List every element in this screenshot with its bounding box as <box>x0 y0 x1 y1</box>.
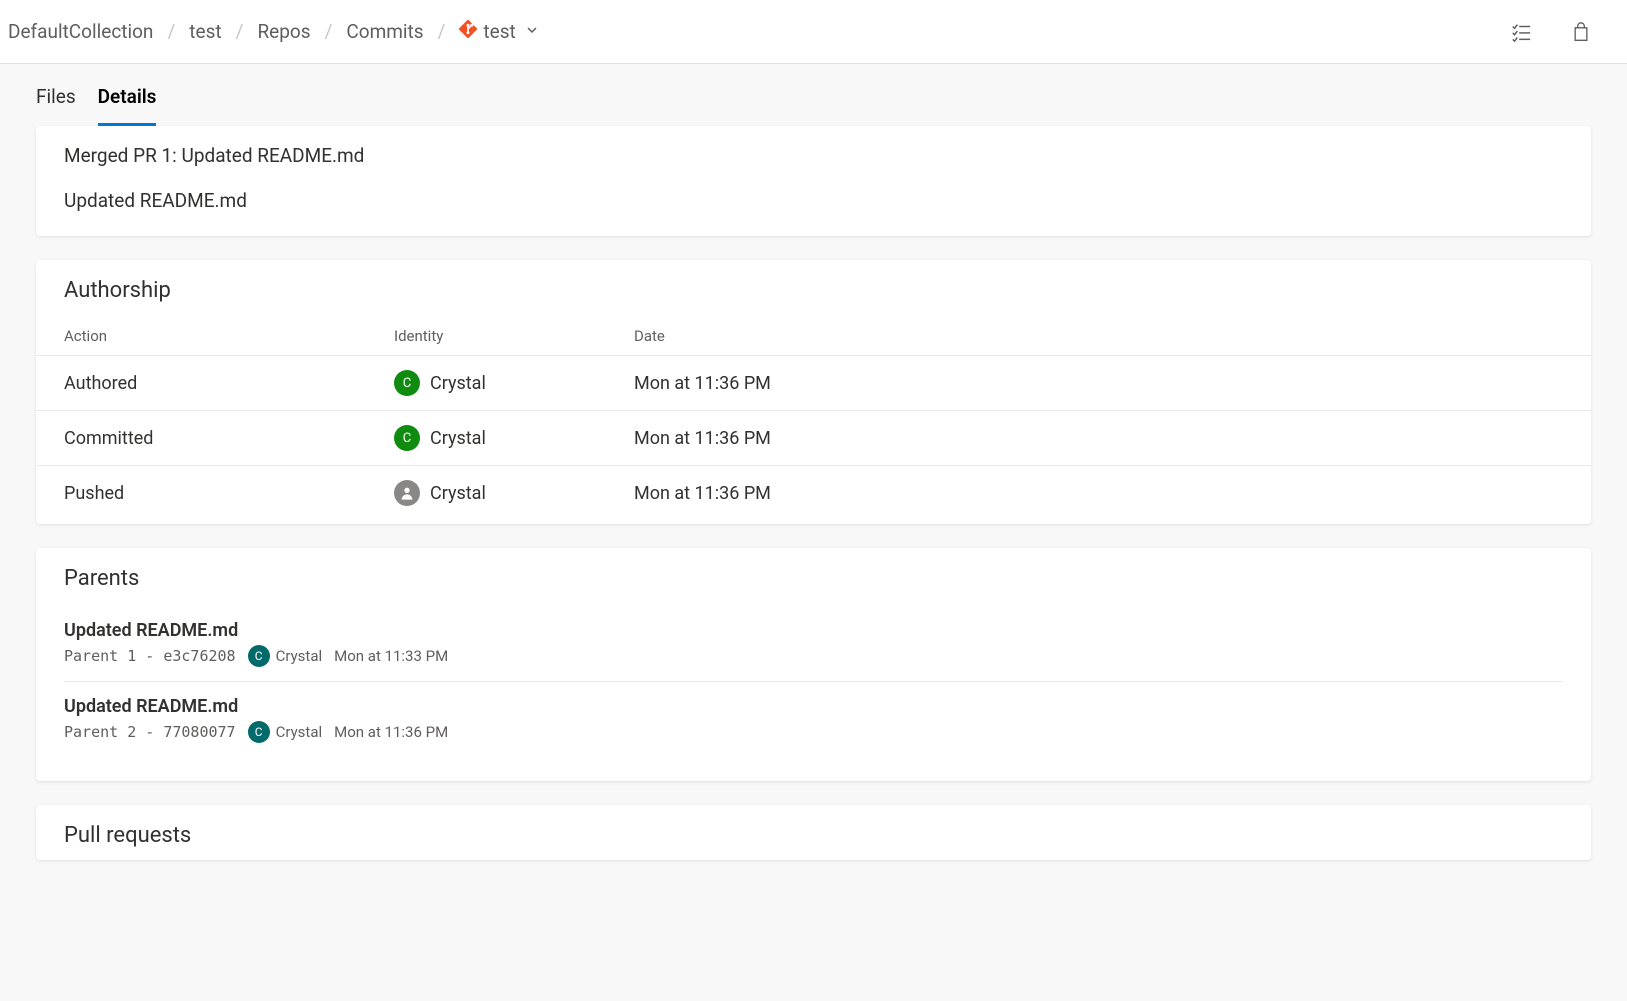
col-header-action: Action <box>64 327 394 345</box>
header-actions <box>1505 16 1619 48</box>
authorship-action: Pushed <box>64 483 394 504</box>
parent-commit-title[interactable]: Updated README.md <box>64 620 1563 641</box>
authorship-action: Authored <box>64 373 394 394</box>
avatar: C <box>394 370 420 396</box>
identity-name: Crystal <box>430 428 486 449</box>
avatar: C <box>248 645 270 667</box>
pull-requests-title: Pull requests <box>64 823 1563 848</box>
authorship-table: Action Identity Date Authored C Crystal … <box>36 327 1591 520</box>
parent-label: Parent 1 - e3c76208 <box>64 647 236 665</box>
breadcrumb-collection[interactable]: DefaultCollection <box>8 20 153 43</box>
parent-commit-title[interactable]: Updated README.md <box>64 696 1563 717</box>
page-header: DefaultCollection / test / Repos / Commi… <box>0 0 1627 64</box>
tab-files[interactable]: Files <box>36 67 76 126</box>
authorship-header-row: Action Identity Date <box>36 327 1591 355</box>
authorship-date: Mon at 11:36 PM <box>634 428 1563 449</box>
parent-commit-meta: Parent 1 - e3c76208 C Crystal Mon at 11:… <box>64 645 1563 667</box>
parent-date: Mon at 11:33 PM <box>334 647 448 665</box>
authorship-date: Mon at 11:36 PM <box>634 373 1563 394</box>
identity-name: Crystal <box>430 483 486 504</box>
breadcrumb-project[interactable]: test <box>189 20 221 43</box>
git-icon <box>459 20 477 43</box>
authorship-row: Committed C Crystal Mon at 11:36 PM <box>36 410 1591 465</box>
parent-commit: Updated README.md Parent 2 - 77080077 C … <box>64 681 1563 757</box>
tab-details[interactable]: Details <box>98 67 157 126</box>
chevron-down-icon <box>526 24 538 40</box>
authorship-row: Pushed Crystal Mon at 11:36 PM <box>36 465 1591 520</box>
breadcrumb-sep: / <box>438 20 446 43</box>
shopping-bag-icon[interactable] <box>1565 16 1597 48</box>
parents-title: Parents <box>64 566 1563 591</box>
breadcrumb-commits[interactable]: Commits <box>346 20 423 43</box>
authorship-identity: Crystal <box>394 480 634 506</box>
person-icon <box>394 480 420 506</box>
parent-user-name: Crystal <box>276 647 323 665</box>
parent-user: C Crystal <box>248 645 323 667</box>
breadcrumb-sep: / <box>236 20 244 43</box>
parent-user: C Crystal <box>248 721 323 743</box>
authorship-action: Committed <box>64 428 394 449</box>
authorship-date: Mon at 11:36 PM <box>634 483 1563 504</box>
avatar: C <box>394 425 420 451</box>
commit-message-card: Merged PR 1: Updated README.md Updated R… <box>36 126 1591 236</box>
commit-title: Merged PR 1: Updated README.md <box>64 144 1563 167</box>
parent-user-name: Crystal <box>276 723 323 741</box>
avatar: C <box>248 721 270 743</box>
breadcrumb-sep: / <box>325 20 333 43</box>
col-header-date: Date <box>634 327 1563 345</box>
tab-strip: Files Details <box>0 64 1627 126</box>
commit-body: Updated README.md <box>64 189 1563 212</box>
pull-requests-card: Pull requests <box>36 805 1591 860</box>
authorship-identity: C Crystal <box>394 425 634 451</box>
repo-selector[interactable]: test <box>459 20 537 43</box>
breadcrumb-sep: / <box>167 20 175 43</box>
parent-commit-meta: Parent 2 - 77080077 C Crystal Mon at 11:… <box>64 721 1563 743</box>
breadcrumb-repos[interactable]: Repos <box>257 20 310 43</box>
task-list-icon[interactable] <box>1505 16 1537 48</box>
parent-label: Parent 2 - 77080077 <box>64 723 236 741</box>
authorship-identity: C Crystal <box>394 370 634 396</box>
authorship-card: Authorship Action Identity Date Authored… <box>36 260 1591 524</box>
authorship-title: Authorship <box>64 278 1563 303</box>
content-area: Merged PR 1: Updated README.md Updated R… <box>0 126 1627 920</box>
parents-card: Parents Updated README.md Parent 1 - e3c… <box>36 548 1591 781</box>
parent-commit: Updated README.md Parent 1 - e3c76208 C … <box>64 615 1563 681</box>
breadcrumb: DefaultCollection / test / Repos / Commi… <box>8 20 538 43</box>
parent-date: Mon at 11:36 PM <box>334 723 448 741</box>
repo-selector-label: test <box>483 20 515 43</box>
col-header-identity: Identity <box>394 327 634 345</box>
identity-name: Crystal <box>430 373 486 394</box>
authorship-row: Authored C Crystal Mon at 11:36 PM <box>36 355 1591 410</box>
